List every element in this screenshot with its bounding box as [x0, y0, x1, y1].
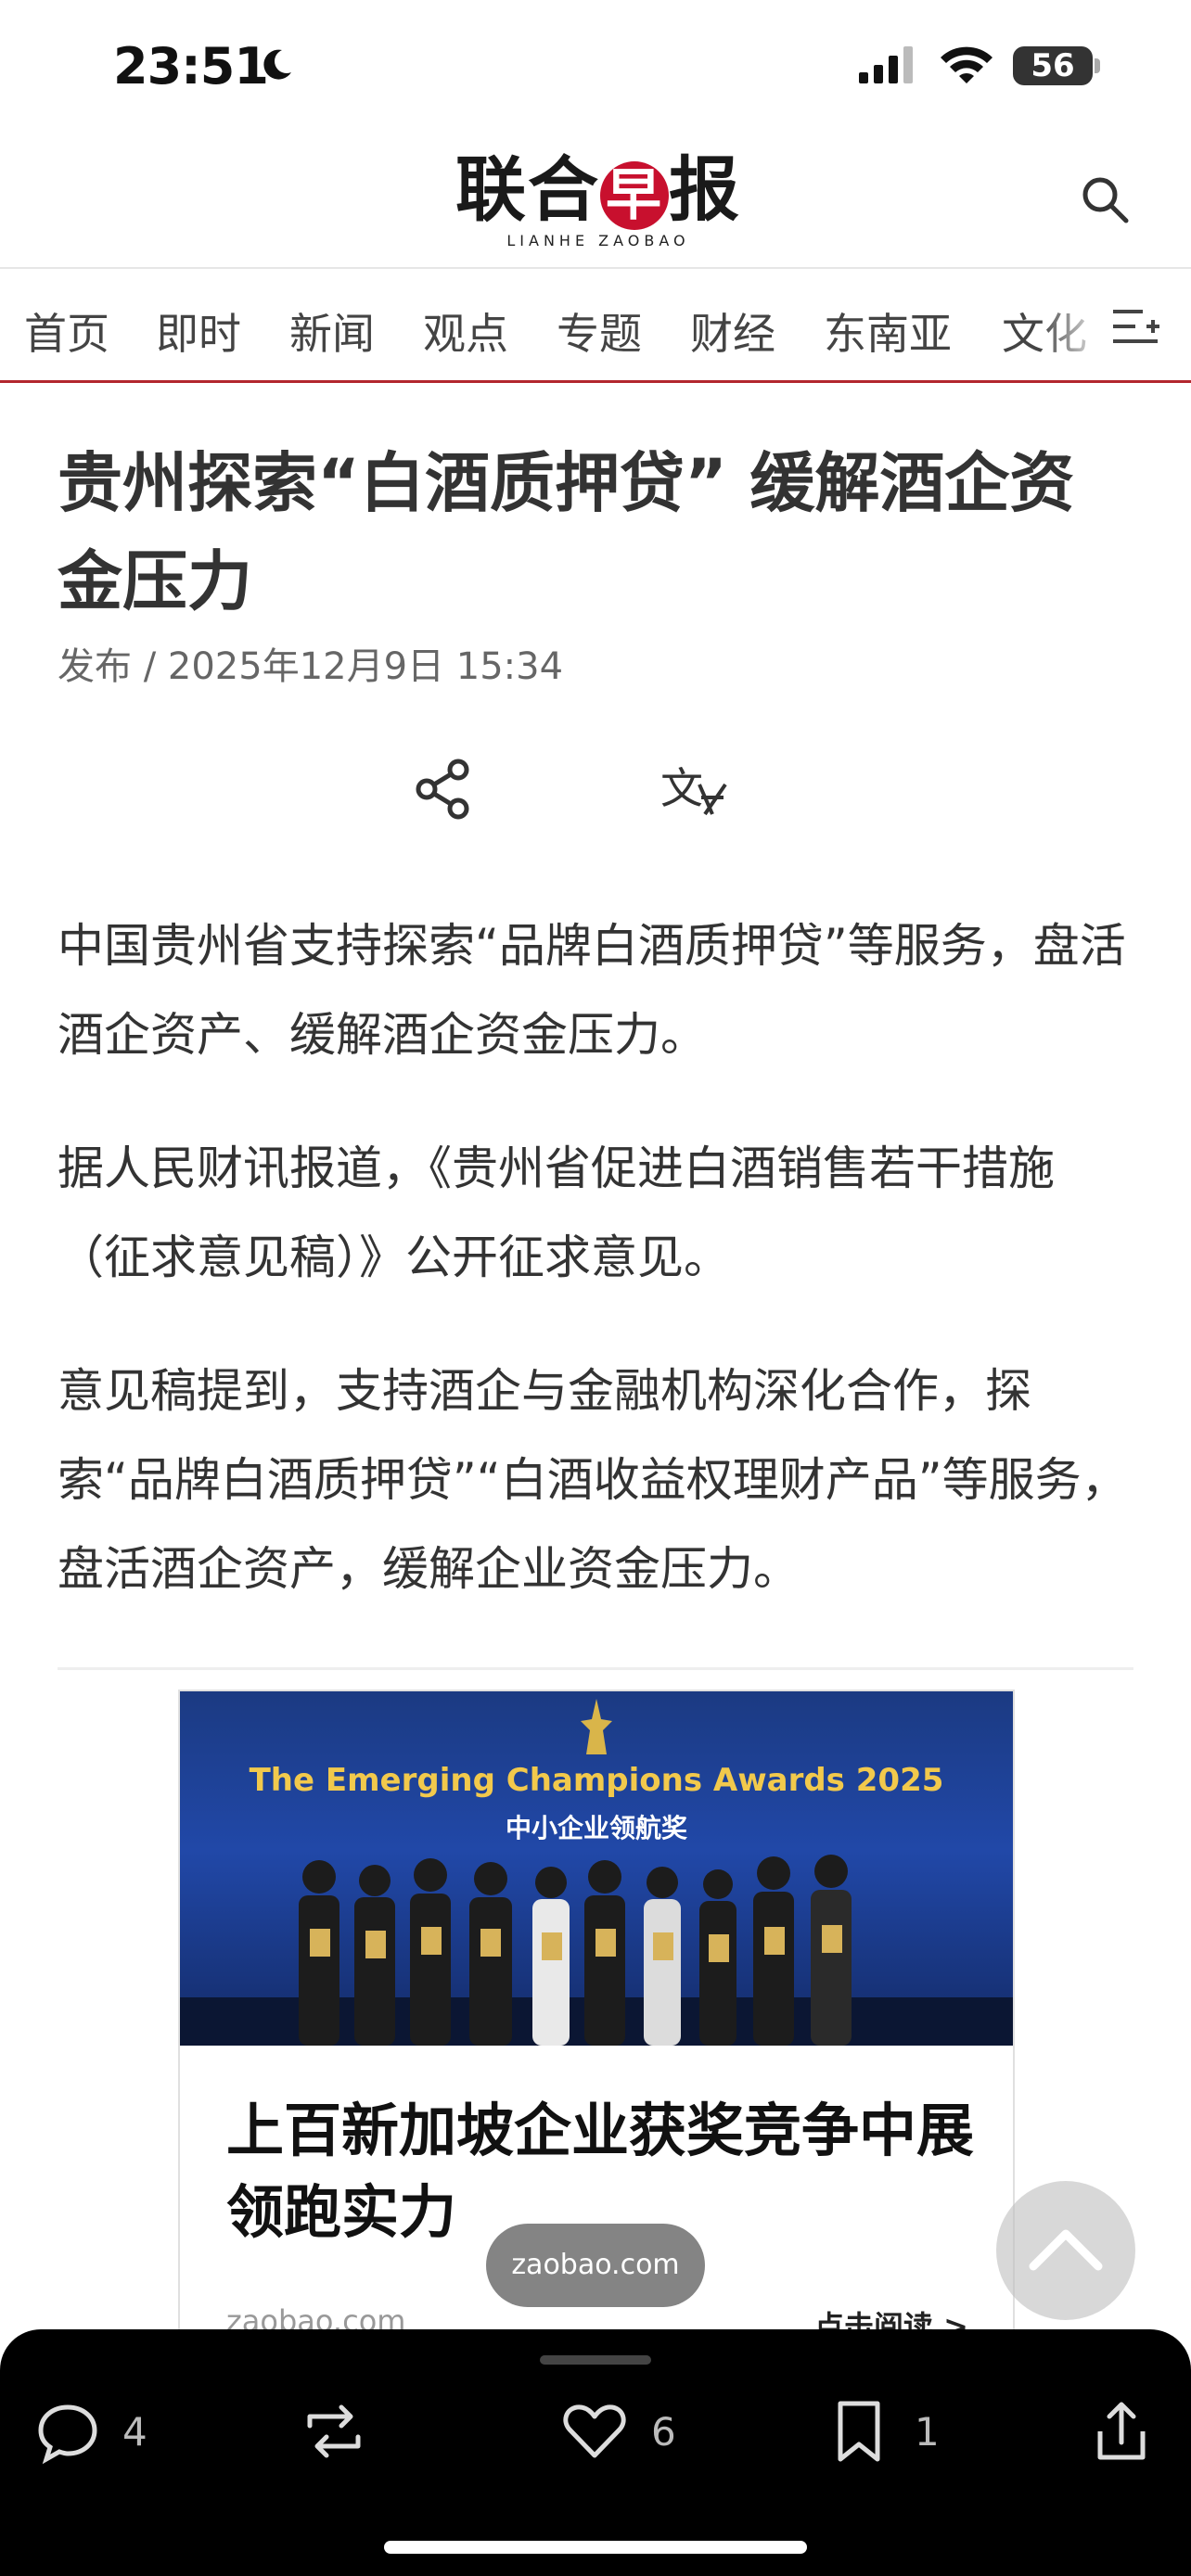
nav-item-finance[interactable]: 财经: [690, 300, 775, 362]
logo-text-2: 报: [669, 148, 741, 231]
bottom-toolbar: 4 6 1: [0, 2329, 1191, 2576]
sheet-grabber[interactable]: [540, 2355, 651, 2365]
logo-chinese: 联合 早报: [445, 150, 751, 230]
like-count: 6: [651, 2409, 676, 2455]
nav-item-home[interactable]: 首页: [24, 300, 109, 362]
battery-cap: [1095, 58, 1100, 73]
award-photo: The Emerging Champions Awards 2025 中小企业领…: [180, 1691, 1013, 2046]
comment-icon[interactable]: [35, 2394, 100, 2468]
article-paragraph: 中国贵州省支持探索“品牌白酒质押贷”等服务，盘活酒企资产、缓解酒企资金压力。: [58, 919, 1126, 1062]
cellular-signal-icon: [859, 46, 913, 83]
award-title: The Emerging Champions Awards 2025: [249, 1762, 944, 1799]
zaobao-logo[interactable]: 联合 早报 LIANHE ZAOBAO: [445, 150, 751, 252]
share-icon[interactable]: [412, 757, 477, 822]
share-upload-icon[interactable]: [1091, 2394, 1152, 2468]
nav-item-southeast-asia[interactable]: 东南亚: [824, 300, 952, 362]
status-bar: 23:51 56: [0, 0, 1191, 139]
chevron-up-icon: [1029, 2229, 1103, 2271]
award-winners-figures: [299, 1855, 852, 2046]
search-icon[interactable]: [1078, 172, 1133, 228]
logo-english: LIANHE ZAOBAO: [506, 232, 690, 249]
repost-icon[interactable]: [297, 2394, 371, 2468]
logo-text-red: 早: [600, 161, 669, 230]
nav-menu-icon[interactable]: [1109, 302, 1161, 351]
article-paragraph: 据人民财讯报道，《贵州省促进白酒销售若干措施（征求意见稿）》公开征求意见。: [58, 1141, 1055, 1284]
publish-date: 发布 / 2025年12月9日 15:34: [58, 645, 564, 688]
article-paragraph: 意见稿提到，支持酒企与金融机构深化合作，探索“品牌白酒质押贷”“白酒收益权理财产…: [58, 1364, 1128, 1596]
section-nav: 首页 即时 新闻 观点 专题 财经 东南亚 文化: [0, 269, 1191, 383]
like-heart-icon[interactable]: [560, 2394, 629, 2468]
status-time: 23:51: [113, 37, 269, 96]
home-indicator: [384, 2541, 807, 2554]
nav-item-realtime[interactable]: 即时: [156, 300, 241, 362]
nav-item-opinion[interactable]: 观点: [423, 300, 508, 362]
battery-indicator: 56: [1013, 46, 1093, 85]
content-divider: [58, 1667, 1133, 1670]
bookmark-icon[interactable]: [831, 2394, 887, 2468]
scroll-to-top-button[interactable]: [996, 2181, 1135, 2320]
comment-count: 4: [122, 2409, 147, 2455]
svg-text:文: 文: [660, 763, 703, 813]
logo-text-1: 联合: [455, 148, 600, 231]
trophy-icon: [581, 1699, 612, 1754]
wifi-icon: [941, 46, 992, 83]
url-pill[interactable]: zaobao.com: [486, 2224, 705, 2307]
bookmark-count: 1: [915, 2409, 940, 2455]
moon-icon: [263, 49, 291, 80]
article-title: 贵州探索“白酒质押贷” 缓解酒企资金压力: [58, 445, 1075, 619]
translate-icon[interactable]: 文: [659, 757, 729, 822]
masthead: 联合 早报 LIANHE ZAOBAO: [0, 139, 1191, 269]
nav-item-news[interactable]: 新闻: [289, 300, 375, 362]
nav-item-topics[interactable]: 专题: [557, 300, 642, 362]
